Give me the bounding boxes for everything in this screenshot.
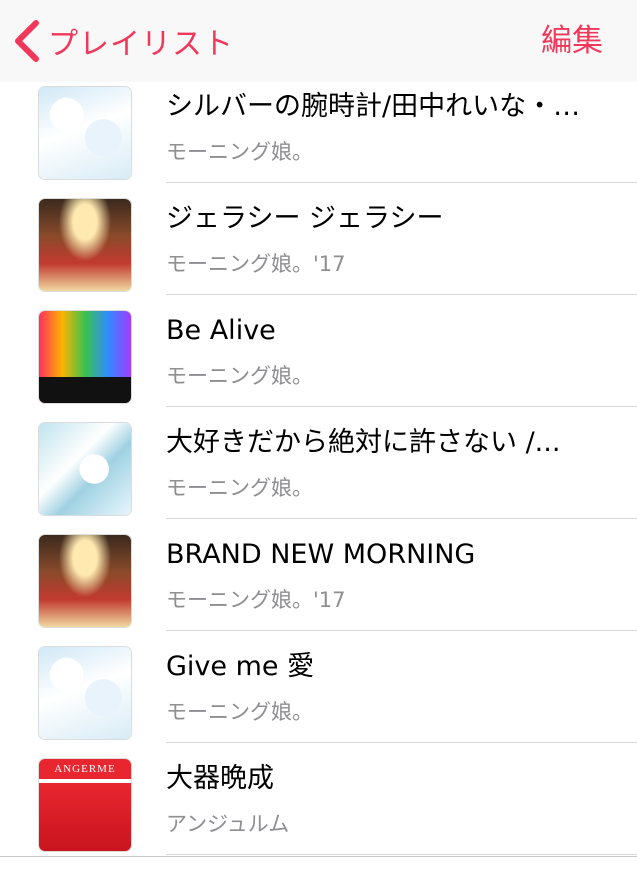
- song-artist: モーニング娘。: [166, 140, 313, 164]
- song-artist: モーニング娘。'17: [166, 588, 346, 612]
- album-artwork-text: ANGERME: [54, 763, 116, 775]
- song-row[interactable]: Be Alive モーニング娘。: [0, 295, 637, 407]
- back-button[interactable]: プレイリスト: [12, 18, 234, 64]
- back-button-label: プレイリスト: [48, 27, 234, 62]
- navigation-bar: プレイリスト 編集: [0, 0, 637, 82]
- song-row[interactable]: 大好きだから絶対に許さない /... モーニング娘。: [0, 407, 637, 519]
- song-row[interactable]: シルバーの腕時計/田中れいな・… モーニング娘。: [0, 71, 637, 183]
- album-artwork: [38, 86, 132, 180]
- playlist-screen: プレイリスト 編集 シルバーの腕時計/田中れいな・… モーニング娘。 ジェラシー…: [0, 0, 637, 869]
- song-title: 大好きだから絶対に許さない /...: [166, 427, 561, 458]
- song-title: 大器晩成: [166, 763, 274, 794]
- song-artist: モーニング娘。: [166, 700, 313, 724]
- song-row[interactable]: BRAND NEW MORNING モーニング娘。'17: [0, 519, 637, 631]
- edit-button[interactable]: 編集: [541, 20, 603, 62]
- album-artwork: [38, 198, 132, 292]
- song-title: ジェラシー ジェラシー: [166, 203, 444, 234]
- album-artwork: [38, 422, 132, 516]
- chevron-left-icon: [15, 20, 39, 62]
- album-artwork: [38, 310, 132, 404]
- album-artwork: ANGERME: [38, 758, 132, 852]
- album-artwork: [38, 646, 132, 740]
- list-bottom-divider: [0, 856, 637, 857]
- album-artwork: [38, 534, 132, 628]
- row-separator: [166, 854, 637, 855]
- song-title: BRAND NEW MORNING: [166, 539, 476, 570]
- song-artist: モーニング娘。: [166, 476, 313, 500]
- song-row[interactable]: ANGERME 大器晩成 アンジュルム: [0, 743, 637, 855]
- song-artist: アンジュルム: [166, 812, 290, 836]
- song-artist: モーニング娘。: [166, 364, 313, 388]
- song-row[interactable]: ジェラシー ジェラシー モーニング娘。'17: [0, 183, 637, 295]
- song-artist: モーニング娘。'17: [166, 252, 346, 276]
- song-title: Give me 愛: [166, 651, 315, 682]
- song-row[interactable]: Give me 愛 モーニング娘。: [0, 631, 637, 743]
- song-list: シルバーの腕時計/田中れいな・… モーニング娘。 ジェラシー ジェラシー モーニ…: [0, 71, 637, 855]
- song-title: シルバーの腕時計/田中れいな・…: [166, 91, 581, 122]
- song-title: Be Alive: [166, 315, 276, 346]
